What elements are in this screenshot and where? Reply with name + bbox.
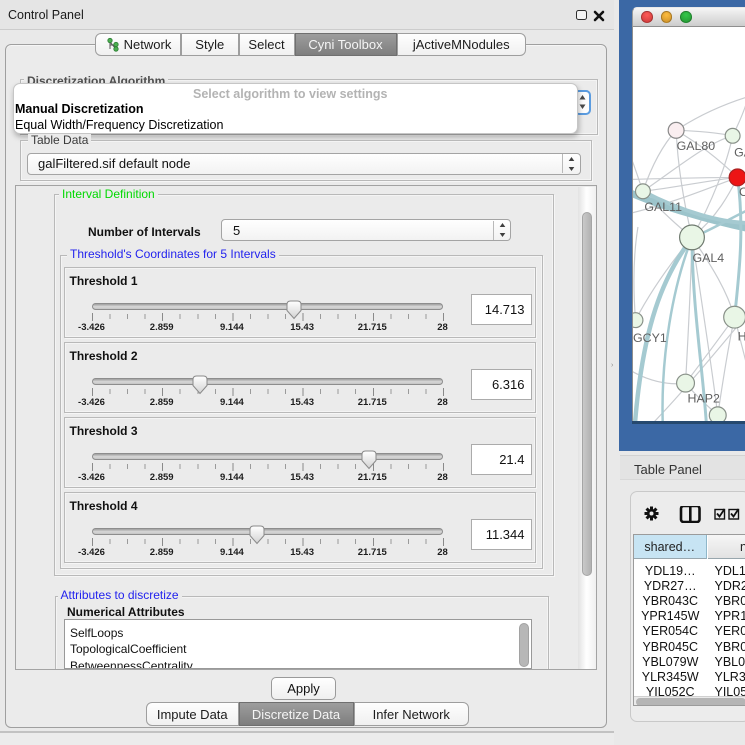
svg-text:GAL80: GAL80 xyxy=(676,139,715,153)
svg-text:GAL11: GAL11 xyxy=(644,200,682,214)
svg-text:H: H xyxy=(737,329,745,343)
svg-text:C: C xyxy=(739,185,745,199)
svg-text:GAL: GAL xyxy=(734,146,745,160)
svg-text:HAP2: HAP2 xyxy=(687,391,719,405)
svg-text:GAL4: GAL4 xyxy=(692,251,724,265)
svg-text:GCY1: GCY1 xyxy=(633,331,667,345)
